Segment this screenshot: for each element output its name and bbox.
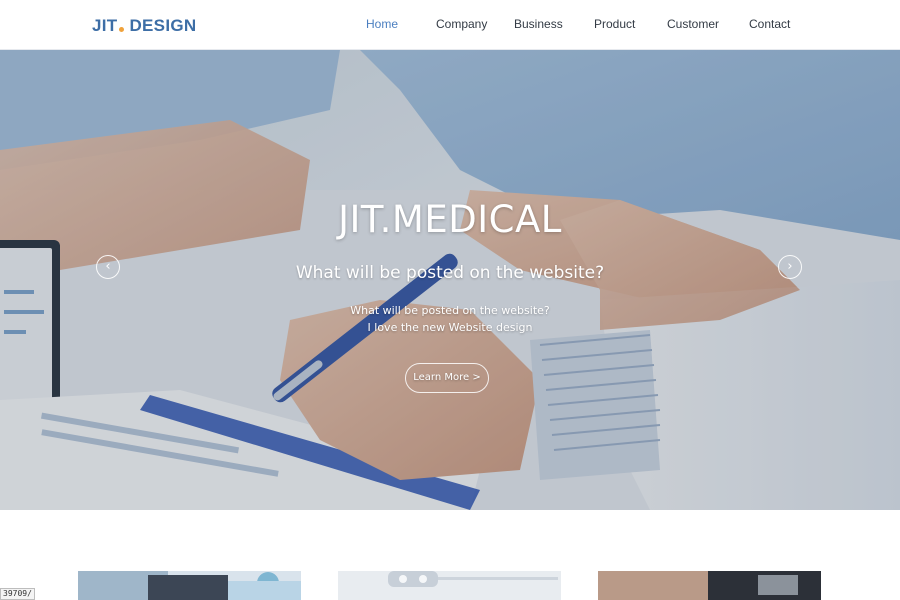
nav-customer[interactable]: Customer [667,17,719,31]
nav-contact[interactable]: Contact [749,17,790,31]
learn-more-button[interactable]: Learn More > [405,363,489,393]
hero-slider: JIT.MEDICAL What will be posted on the w… [0,50,900,510]
feature-card-3[interactable] [598,571,821,600]
nav-home[interactable]: Home [366,17,398,31]
feature-card-1[interactable] [78,571,301,600]
slider-next-button[interactable]: › [778,255,802,279]
card-2-image [338,571,561,600]
card-3-image [598,571,821,600]
site-header: JIT DESIGN Home Company Business Product… [0,0,900,50]
feature-card-2[interactable] [338,571,561,600]
hero-description-line1: What will be posted on the website? [350,304,550,317]
hero-subtitle: What will be posted on the website? [295,263,605,283]
status-url-tag: 39709/ [0,588,35,600]
nav-product[interactable]: Product [594,17,635,31]
hero-description-line2: I love the new Website design [367,321,533,334]
card-1-image [78,571,301,600]
slider-prev-button[interactable]: ‹ [96,255,120,279]
main-nav: Home Company Business Product Customer C… [0,0,900,50]
chevron-left-icon: ‹ [105,259,111,274]
hero-description: What will be posted on the website? I lo… [0,302,900,336]
nav-business[interactable]: Business [514,17,563,31]
nav-company[interactable]: Company [436,17,487,31]
chevron-right-icon: › [787,259,793,274]
hero-title: JIT.MEDICAL [338,198,562,241]
